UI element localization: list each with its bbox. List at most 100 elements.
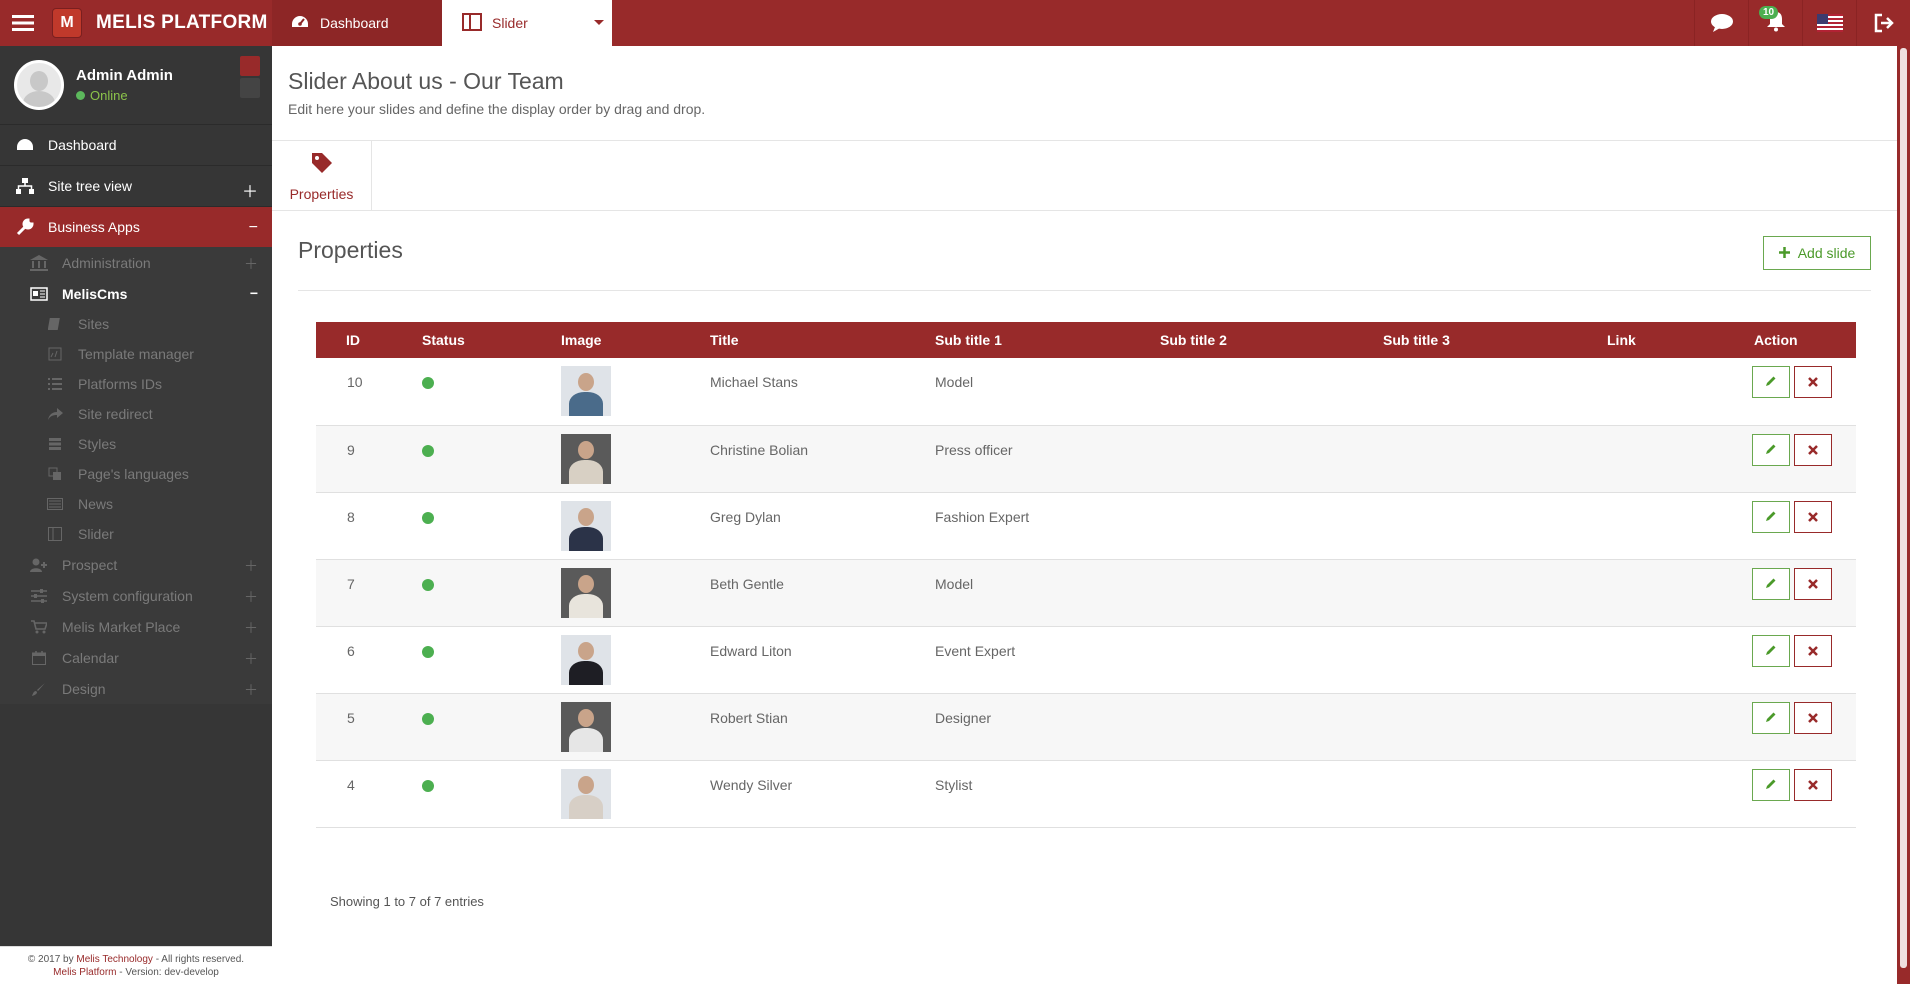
sidebar-item-news[interactable]: News bbox=[0, 489, 272, 519]
table-row[interactable]: 6 Edward Liton Event Expert bbox=[316, 626, 1856, 693]
add-slide-button[interactable]: Add slide bbox=[1763, 236, 1871, 270]
wrench-icon bbox=[16, 218, 34, 236]
expand-plus-icon[interactable]: ＋ bbox=[244, 587, 258, 607]
cell-subtitle3 bbox=[1373, 425, 1597, 492]
column-header-image[interactable]: Image bbox=[551, 322, 700, 358]
cell-subtitle3 bbox=[1373, 559, 1597, 626]
footer-company-link[interactable]: Melis Technology bbox=[76, 954, 153, 965]
pencil-icon bbox=[1765, 710, 1777, 726]
delete-button[interactable] bbox=[1794, 634, 1832, 667]
table-row[interactable]: 4 Wendy Silver Stylist bbox=[316, 760, 1856, 827]
table-row[interactable]: 9 Christine Bolian Press officer bbox=[316, 425, 1856, 492]
column-header-status[interactable]: Status bbox=[402, 322, 551, 358]
sidebar-item-platforms-ids[interactable]: Platforms IDs bbox=[0, 369, 272, 399]
sidebar-item-meliscms[interactable]: MelisCms − bbox=[0, 278, 272, 309]
menu-toggle-icon[interactable] bbox=[0, 0, 46, 46]
tab-dashboard[interactable]: Dashboard bbox=[272, 0, 442, 46]
slide-thumbnail[interactable] bbox=[561, 701, 611, 752]
pencil-icon bbox=[1765, 374, 1777, 390]
footer-version: - Version: dev-develop bbox=[116, 967, 219, 978]
slides-table: ID Status Image Title Sub title 1 Sub ti… bbox=[316, 322, 1856, 828]
chat-icon[interactable] bbox=[1694, 0, 1748, 46]
sidebar-item-business-apps[interactable]: Business Apps − bbox=[0, 206, 272, 247]
notifications-button[interactable]: 10 bbox=[1748, 0, 1802, 46]
window-scrollbar[interactable] bbox=[1897, 0, 1910, 984]
table-row[interactable]: 8 Greg Dylan Fashion Expert bbox=[316, 492, 1856, 559]
sidebar-item-template-manager[interactable]: Template manager bbox=[0, 339, 272, 369]
sidebar-item-dashboard[interactable]: Dashboard bbox=[0, 124, 272, 165]
edit-button[interactable] bbox=[1752, 567, 1790, 600]
sidebar-item-administration[interactable]: Administration ＋ bbox=[0, 247, 272, 278]
tab-properties[interactable]: Properties bbox=[272, 141, 372, 211]
slide-thumbnail[interactable] bbox=[561, 634, 611, 685]
slide-thumbnail[interactable] bbox=[561, 500, 611, 551]
slide-thumbnail[interactable] bbox=[561, 768, 611, 819]
close-icon bbox=[1808, 777, 1818, 793]
cell-subtitle1: Fashion Expert bbox=[935, 508, 1030, 525]
column-header-subtitle2[interactable]: Sub title 2 bbox=[1150, 322, 1373, 358]
chevron-down-icon[interactable] bbox=[594, 20, 604, 25]
brand-name: MELIS PLATFORM bbox=[96, 12, 268, 33]
us-flag-icon[interactable] bbox=[1802, 0, 1856, 46]
table-row[interactable]: 7 Beth Gentle Model bbox=[316, 559, 1856, 626]
sidebar-item-slider[interactable]: Slider bbox=[0, 519, 272, 549]
column-header-title[interactable]: Title bbox=[700, 322, 925, 358]
edit-button[interactable] bbox=[1752, 433, 1790, 466]
sidebar-item-system-configuration[interactable]: System configuration ＋ bbox=[0, 580, 272, 611]
column-header-link[interactable]: Link bbox=[1597, 322, 1742, 358]
delete-button[interactable] bbox=[1794, 701, 1832, 734]
delete-button[interactable] bbox=[1794, 366, 1832, 398]
column-header-subtitle3[interactable]: Sub title 3 bbox=[1373, 322, 1597, 358]
user-name: Admin Admin bbox=[76, 67, 173, 84]
edit-button[interactable] bbox=[1752, 500, 1790, 533]
main-content: Slider About us - Our Team Edit here you… bbox=[272, 46, 1897, 984]
lock-icon[interactable] bbox=[240, 78, 260, 98]
expand-plus-icon[interactable]: ＋ bbox=[244, 254, 258, 274]
expand-plus-icon[interactable]: ＋ bbox=[244, 556, 258, 576]
expand-plus-icon[interactable]: ＋ bbox=[244, 649, 258, 669]
slide-thumbnail[interactable] bbox=[561, 366, 611, 416]
table-row[interactable]: 5 Robert Stian Designer bbox=[316, 693, 1856, 760]
column-header-subtitle1[interactable]: Sub title 1 bbox=[925, 322, 1150, 358]
collapse-minus-icon[interactable]: − bbox=[250, 285, 258, 301]
column-header-id[interactable]: ID bbox=[316, 322, 402, 358]
expand-plus-icon[interactable]: ＋ bbox=[244, 680, 258, 700]
page-title: Slider About us - Our Team bbox=[288, 68, 564, 94]
delete-button[interactable] bbox=[1794, 567, 1832, 600]
footer-copyright: © 2017 by bbox=[27, 954, 77, 965]
user-profile-icon[interactable] bbox=[240, 56, 260, 76]
avatar[interactable] bbox=[14, 60, 64, 110]
collapse-minus-icon[interactable]: − bbox=[249, 219, 258, 237]
edit-button[interactable] bbox=[1752, 768, 1790, 801]
sidebar-item-site-tree[interactable]: Site tree view ＋ bbox=[0, 165, 272, 206]
tab-slider[interactable]: Slider bbox=[442, 0, 612, 46]
sidebar-item-label: Calendar bbox=[62, 649, 119, 666]
footer-platform-link[interactable]: Melis Platform bbox=[53, 967, 116, 978]
expand-plus-icon[interactable]: ＋ bbox=[242, 178, 258, 202]
cell-title: Michael Stans bbox=[710, 374, 798, 390]
edit-button[interactable] bbox=[1752, 634, 1790, 667]
expand-plus-icon[interactable]: ＋ bbox=[244, 618, 258, 638]
delete-button[interactable] bbox=[1794, 433, 1832, 466]
sidebar-item-design[interactable]: Design ＋ bbox=[0, 673, 272, 704]
table-row[interactable]: 10 Michael Stans Model bbox=[316, 358, 1856, 425]
sidebar-item-sites[interactable]: Sites bbox=[0, 309, 272, 339]
scrollbar-thumb[interactable] bbox=[1900, 48, 1907, 968]
sidebar-item-styles[interactable]: Styles bbox=[0, 429, 272, 459]
slide-thumbnail[interactable] bbox=[561, 433, 611, 484]
sidebar-item-prospect[interactable]: Prospect ＋ bbox=[0, 549, 272, 580]
sidebar-item-site-redirect[interactable]: Site redirect bbox=[0, 399, 272, 429]
cell-subtitle1: Event Expert bbox=[935, 642, 1016, 659]
edit-button[interactable] bbox=[1752, 701, 1790, 734]
slide-thumbnail[interactable] bbox=[561, 567, 611, 618]
delete-button[interactable] bbox=[1794, 500, 1832, 533]
edit-button[interactable] bbox=[1752, 366, 1790, 398]
sidebar-item-market-place[interactable]: Melis Market Place ＋ bbox=[0, 611, 272, 642]
cell-subtitle1: Stylist bbox=[935, 776, 973, 793]
sidebar-item-calendar[interactable]: Calendar ＋ bbox=[0, 642, 272, 673]
cell-status bbox=[402, 492, 551, 559]
delete-button[interactable] bbox=[1794, 768, 1832, 801]
cell-status bbox=[402, 358, 551, 425]
sidebar-item-page-languages[interactable]: Page's languages bbox=[0, 459, 272, 489]
user-status-text: Online bbox=[90, 88, 128, 103]
